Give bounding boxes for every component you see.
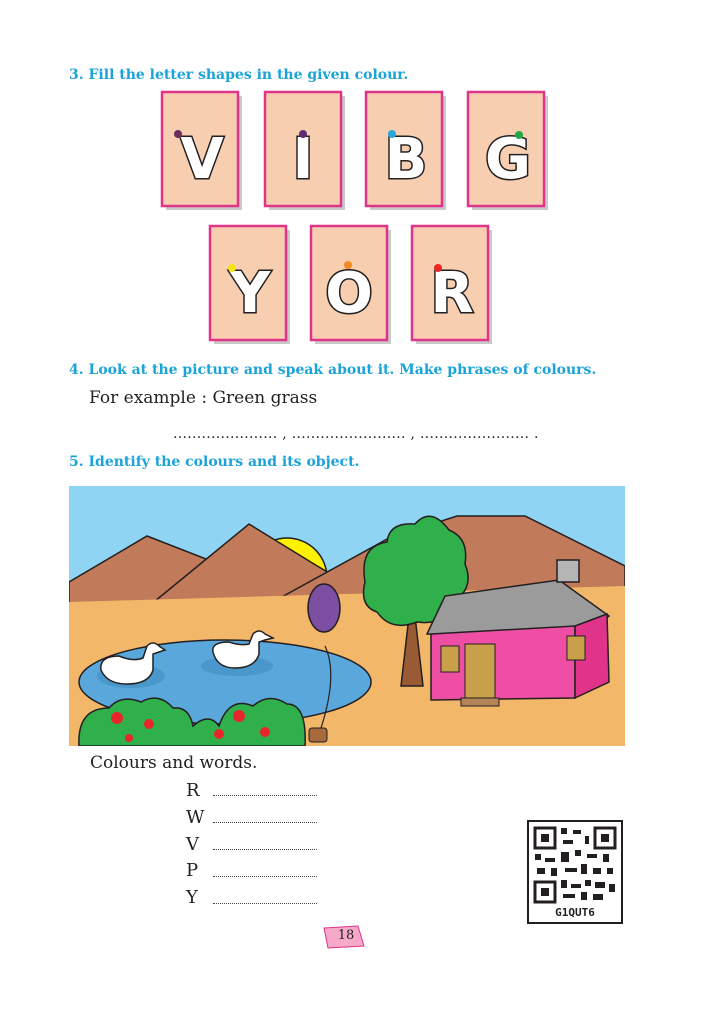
q5-heading: 5. Identify the colours and its object.: [69, 454, 360, 470]
letter-card: V: [160, 90, 242, 210]
answer-blanks: ...................... , ...............…: [173, 426, 539, 442]
colour-dot: [515, 131, 523, 139]
qr-code-label: G1QUT6: [555, 906, 595, 919]
letter-glyph: V: [180, 127, 224, 192]
qr-pattern-icon: [533, 826, 617, 904]
letter-card: R: [410, 224, 492, 344]
letter-card: Y: [208, 224, 290, 344]
colour-dot: [174, 130, 182, 138]
colour-letter: V: [186, 834, 199, 855]
colour-dot: [344, 261, 352, 269]
letter-glyph: Y: [229, 261, 272, 326]
q4-heading: 4. Look at the picture and speak about i…: [69, 362, 597, 378]
answer-line[interactable]: [213, 822, 317, 823]
colour-letter: P: [186, 860, 199, 881]
letter-glyph: G: [485, 127, 531, 192]
example-text: For example : Green grass: [89, 388, 318, 408]
letter-card: O: [309, 224, 391, 344]
letter-glyph: O: [325, 261, 373, 326]
answer-line[interactable]: [213, 795, 317, 796]
letter-card: I: [263, 90, 345, 210]
colour-letter: R: [186, 780, 200, 801]
letter-card: B: [364, 90, 446, 210]
colour-letter: Y: [186, 887, 198, 908]
colour-dot: [228, 264, 236, 272]
letter-card: G: [466, 90, 548, 210]
q3-heading: 3. Fill the letter shapes in the given c…: [69, 67, 409, 83]
colour-dot: [388, 130, 396, 138]
answer-line[interactable]: [213, 876, 317, 877]
page-number: 18: [337, 928, 355, 943]
colour-letter: W: [186, 807, 205, 828]
colour-dot: [434, 264, 442, 272]
colour-dot: [299, 130, 307, 138]
landscape-illustration: [69, 486, 625, 746]
answer-line[interactable]: [213, 903, 317, 904]
answer-line[interactable]: [213, 849, 317, 850]
colours-label: Colours and words.: [90, 753, 258, 773]
